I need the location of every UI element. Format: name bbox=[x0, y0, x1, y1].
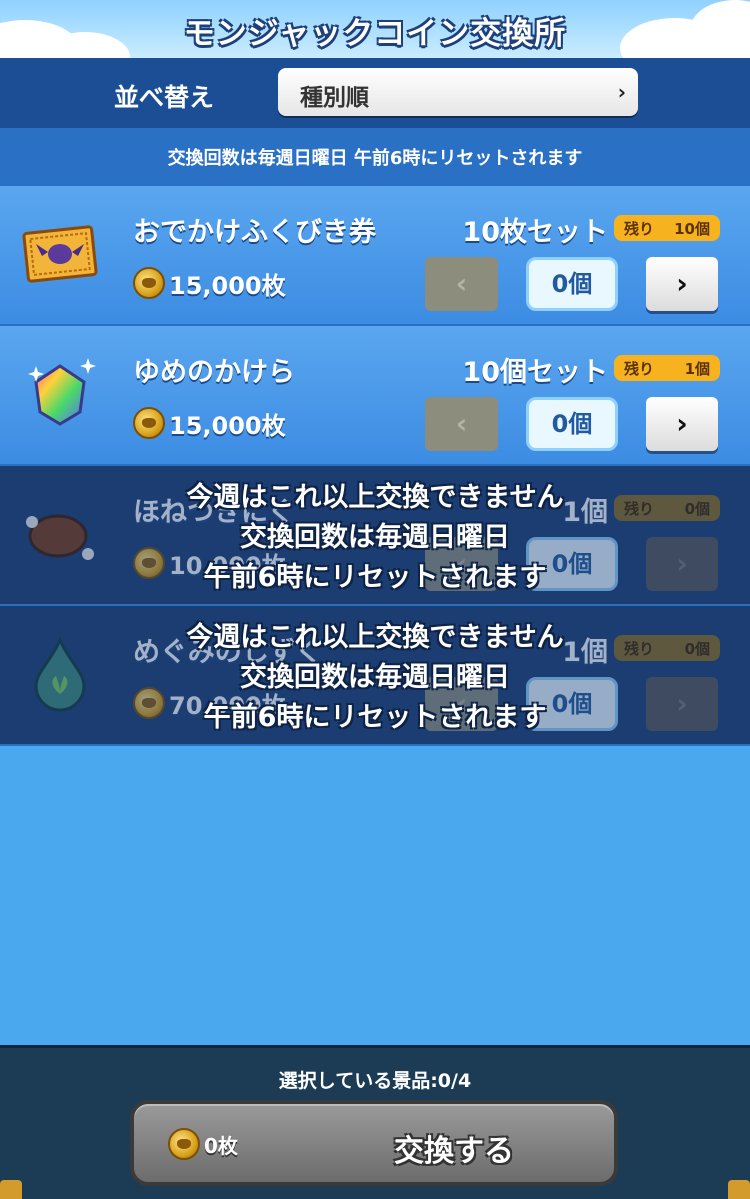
overlay-line: 今週はこれ以上交換できません bbox=[186, 622, 564, 653]
overlay-line: 午前6時にリセットされます bbox=[203, 562, 547, 593]
sort-select-value: 種別順 bbox=[300, 85, 369, 111]
item-name: おでかけふくびき券 bbox=[133, 217, 376, 248]
exchange-button[interactable]: 0枚 交換する bbox=[130, 1100, 618, 1186]
chevron-right-icon: › bbox=[617, 80, 626, 104]
item-row: ゆめのかけら 10個セット 残り 1個 15,000枚 ‹ 0個 › bbox=[0, 326, 750, 466]
reset-info-text: 交換回数は毎週日曜日 午前6時にリセットされます bbox=[167, 148, 583, 169]
increase-button[interactable]: › bbox=[646, 257, 718, 311]
item-cost-value: 15,000枚 bbox=[169, 271, 286, 300]
page-title: モンジャックコイン交換所 bbox=[183, 16, 567, 52]
rainbow-gem-icon bbox=[28, 358, 96, 426]
weekly-limit-overlay: 今週はこれ以上交換できません 交換回数は毎週日曜日 午前6時にリセットされます bbox=[0, 478, 750, 598]
remaining-value: 10個 bbox=[674, 219, 710, 238]
item-cost: 15,000枚 bbox=[133, 266, 286, 300]
item-row-disabled: ほねつきにく 1個 残り 0個 10,000枚 ‹ 0個 › 今週はこれ以上交換… bbox=[0, 466, 750, 606]
remaining-label: 残り bbox=[624, 219, 655, 238]
coin-icon bbox=[133, 407, 165, 439]
remaining-badge: 残り 10個 bbox=[614, 215, 720, 241]
weekly-limit-overlay: 今週はこれ以上交換できません 交換回数は毎週日曜日 午前6時にリセットされます bbox=[0, 618, 750, 738]
increase-button[interactable]: › bbox=[646, 397, 718, 451]
item-name: ゆめのかけら bbox=[133, 357, 295, 388]
overlay-line: 交換回数は毎週日曜日 bbox=[240, 522, 510, 553]
coin-icon bbox=[168, 1128, 200, 1160]
item-row-disabled: めぐみのしずく 1個 残り 0個 70,000枚 ‹ 0個 › 今週はこれ以上交… bbox=[0, 606, 750, 746]
decrease-button[interactable]: ‹ bbox=[425, 257, 498, 311]
remaining-value: 1個 bbox=[684, 359, 710, 378]
reset-info-bar: 交換回数は毎週日曜日 午前6時にリセットされます bbox=[0, 128, 750, 186]
remaining-label: 残り bbox=[624, 359, 655, 378]
overlay-line: 交換回数は毎週日曜日 bbox=[240, 662, 510, 693]
footer: 選択している景品:0/4 0枚 交換する bbox=[0, 1045, 750, 1199]
exchange-coin-total: 0枚 bbox=[168, 1128, 238, 1160]
header: モンジャックコイン交換所 bbox=[0, 0, 750, 58]
quantity-display: 0個 bbox=[526, 397, 618, 451]
coin-icon bbox=[133, 267, 165, 299]
remaining-badge: 残り 1個 bbox=[614, 355, 720, 381]
quantity-display: 0個 bbox=[526, 257, 618, 311]
corner-decoration bbox=[728, 1180, 750, 1199]
selected-count: 選択している景品:0/4 bbox=[278, 1070, 472, 1092]
coin-total-value: 0枚 bbox=[204, 1133, 238, 1158]
item-cost-value: 15,000枚 bbox=[169, 411, 286, 440]
item-row: おでかけふくびき券 10枚セット 残り 10個 15,000枚 ‹ 0個 › bbox=[0, 186, 750, 326]
sort-label: 並べ替え bbox=[114, 83, 215, 112]
corner-decoration bbox=[0, 1180, 22, 1199]
sort-select[interactable]: 種別順 › bbox=[278, 68, 638, 116]
ticket-icon bbox=[22, 225, 98, 283]
overlay-line: 今週はこれ以上交換できません bbox=[186, 482, 564, 513]
sort-bar: 並べ替え 種別順 › bbox=[0, 58, 750, 128]
exchange-button-label: 交換する bbox=[394, 1134, 514, 1169]
item-set-size: 10個セット bbox=[462, 357, 608, 388]
overlay-line: 午前6時にリセットされます bbox=[203, 702, 547, 733]
decrease-button[interactable]: ‹ bbox=[425, 397, 498, 451]
item-set-size: 10枚セット bbox=[462, 217, 608, 248]
item-cost: 15,000枚 bbox=[133, 406, 286, 440]
